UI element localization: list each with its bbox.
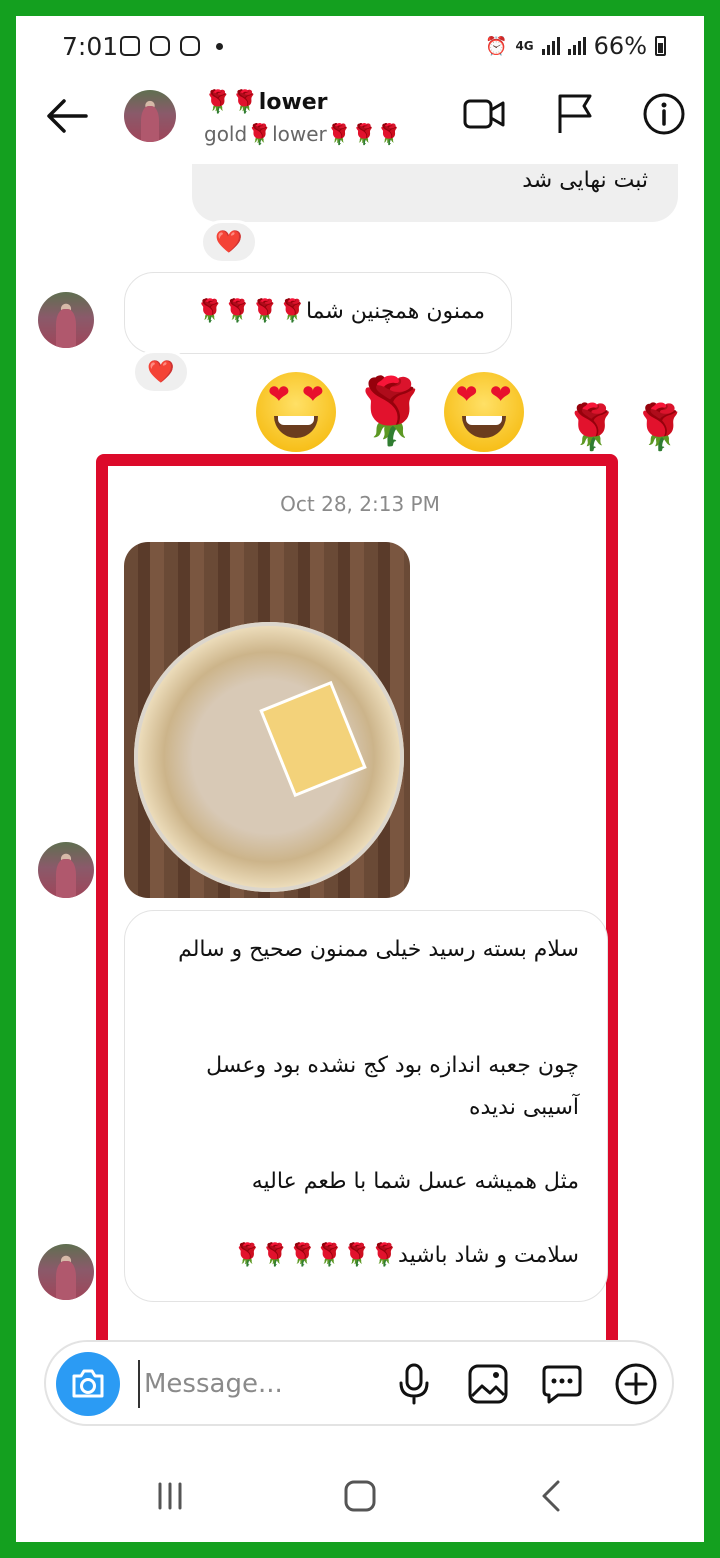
- heart-reaction[interactable]: ❤️: [132, 350, 190, 394]
- gallery-notification-icon: [120, 36, 140, 56]
- contact-name[interactable]: 🌹🌹lower: [204, 90, 328, 115]
- incoming-message[interactable]: سلام بسته رسید خیلی ممنون صحیح و سالم چو…: [124, 910, 608, 1302]
- heart-eyes-emoji-icon: ❤ ❤: [443, 372, 524, 452]
- heart-reaction[interactable]: ❤️: [200, 220, 258, 264]
- back-icon[interactable]: [532, 1476, 572, 1516]
- recents-icon[interactable]: [150, 1476, 190, 1516]
- rose-emoji-icon: 🌹: [350, 375, 430, 449]
- contact-avatar[interactable]: [124, 90, 176, 142]
- message-paragraph: سلامت و شاد باشید🌹🌹🌹🌹🌹🌹: [233, 1243, 579, 1268]
- message-composer: [44, 1340, 674, 1426]
- sender-avatar[interactable]: [38, 292, 94, 348]
- incoming-message[interactable]: ممنون همچنین شما🌹🌹🌹🌹: [124, 272, 512, 354]
- microphone-icon[interactable]: [392, 1362, 436, 1406]
- info-icon[interactable]: [642, 92, 686, 136]
- message-text: ممنون همچنین شما🌹🌹🌹🌹: [196, 299, 485, 324]
- add-icon[interactable]: [614, 1362, 658, 1406]
- heart-icon: ❤️: [215, 229, 243, 255]
- signal-icon: [567, 37, 586, 55]
- battery-percent: 66%: [593, 32, 647, 60]
- mouth: [461, 416, 506, 438]
- message-text: ثبت نهایی شد: [522, 168, 648, 193]
- heart-icon: ❤️: [147, 359, 175, 385]
- gallery-icon[interactable]: [466, 1362, 510, 1406]
- home-icon[interactable]: [340, 1476, 380, 1516]
- mouth: [274, 416, 318, 438]
- report-flag-icon[interactable]: [552, 92, 596, 136]
- outgoing-message[interactable]: ثبت نهایی شد: [192, 164, 678, 222]
- signal-icon: [541, 37, 560, 55]
- roses-emoji-icon: 🌹 🌹: [564, 402, 688, 453]
- header-actions: [462, 92, 686, 136]
- heart-eye-icon: ❤: [489, 380, 512, 410]
- battery-icon: [655, 36, 666, 56]
- heart-eye-icon: ❤: [455, 380, 478, 410]
- more-notifications-icon: [216, 42, 223, 50]
- status-right: ⏰ 4G 66%: [485, 32, 666, 60]
- notification-icons: [120, 36, 223, 56]
- sender-avatar[interactable]: [38, 842, 94, 898]
- instagram-notification-icon: [180, 36, 200, 56]
- instagram-notification-icon: [150, 36, 170, 56]
- heart-eye-icon: ❤: [268, 380, 290, 410]
- message-input[interactable]: [138, 1360, 326, 1408]
- honeycomb-dish: [134, 622, 404, 892]
- emoji-message[interactable]: ❤ ❤ 🌹 ❤ ❤: [256, 372, 524, 452]
- message-paragraph: مثل همیشه عسل شما با طعم عالیه: [251, 1169, 579, 1194]
- photo-message[interactable]: [124, 542, 410, 898]
- heart-eye-icon: ❤: [302, 380, 324, 410]
- sticker-chat-icon[interactable]: [540, 1362, 584, 1406]
- camera-button[interactable]: [56, 1352, 120, 1416]
- screen: 7:01 ⏰ 4G 66% 🌹🌹lower gold🌹lower🌹🌹🌹 ثبت …: [16, 16, 704, 1542]
- video-call-icon[interactable]: [462, 92, 506, 136]
- network-type: 4G: [515, 39, 534, 53]
- back-arrow-icon[interactable]: [42, 96, 92, 136]
- chat-header: 🌹🌹lower gold🌹lower🌹🌹🌹: [16, 76, 704, 176]
- contact-username[interactable]: gold🌹lower🌹🌹🌹: [204, 122, 401, 146]
- camera-icon: [72, 1369, 104, 1398]
- message-timestamp: Oct 28, 2:13 PM: [280, 492, 440, 516]
- composer-actions: [392, 1362, 658, 1406]
- sender-avatar[interactable]: [38, 1244, 94, 1300]
- status-time: 7:01: [62, 32, 119, 61]
- system-nav-bar: [16, 1466, 704, 1526]
- alarm-icon: ⏰: [485, 35, 508, 57]
- status-bar: 7:01 ⏰ 4G 66%: [16, 16, 704, 76]
- heart-eyes-emoji-icon: ❤ ❤: [256, 372, 336, 452]
- message-paragraph: چون جعبه اندازه بود کج نشده بود وعسل آسی…: [206, 1053, 579, 1120]
- message-paragraph: سلام بسته رسید خیلی ممنون صحیح و سالم: [178, 937, 579, 962]
